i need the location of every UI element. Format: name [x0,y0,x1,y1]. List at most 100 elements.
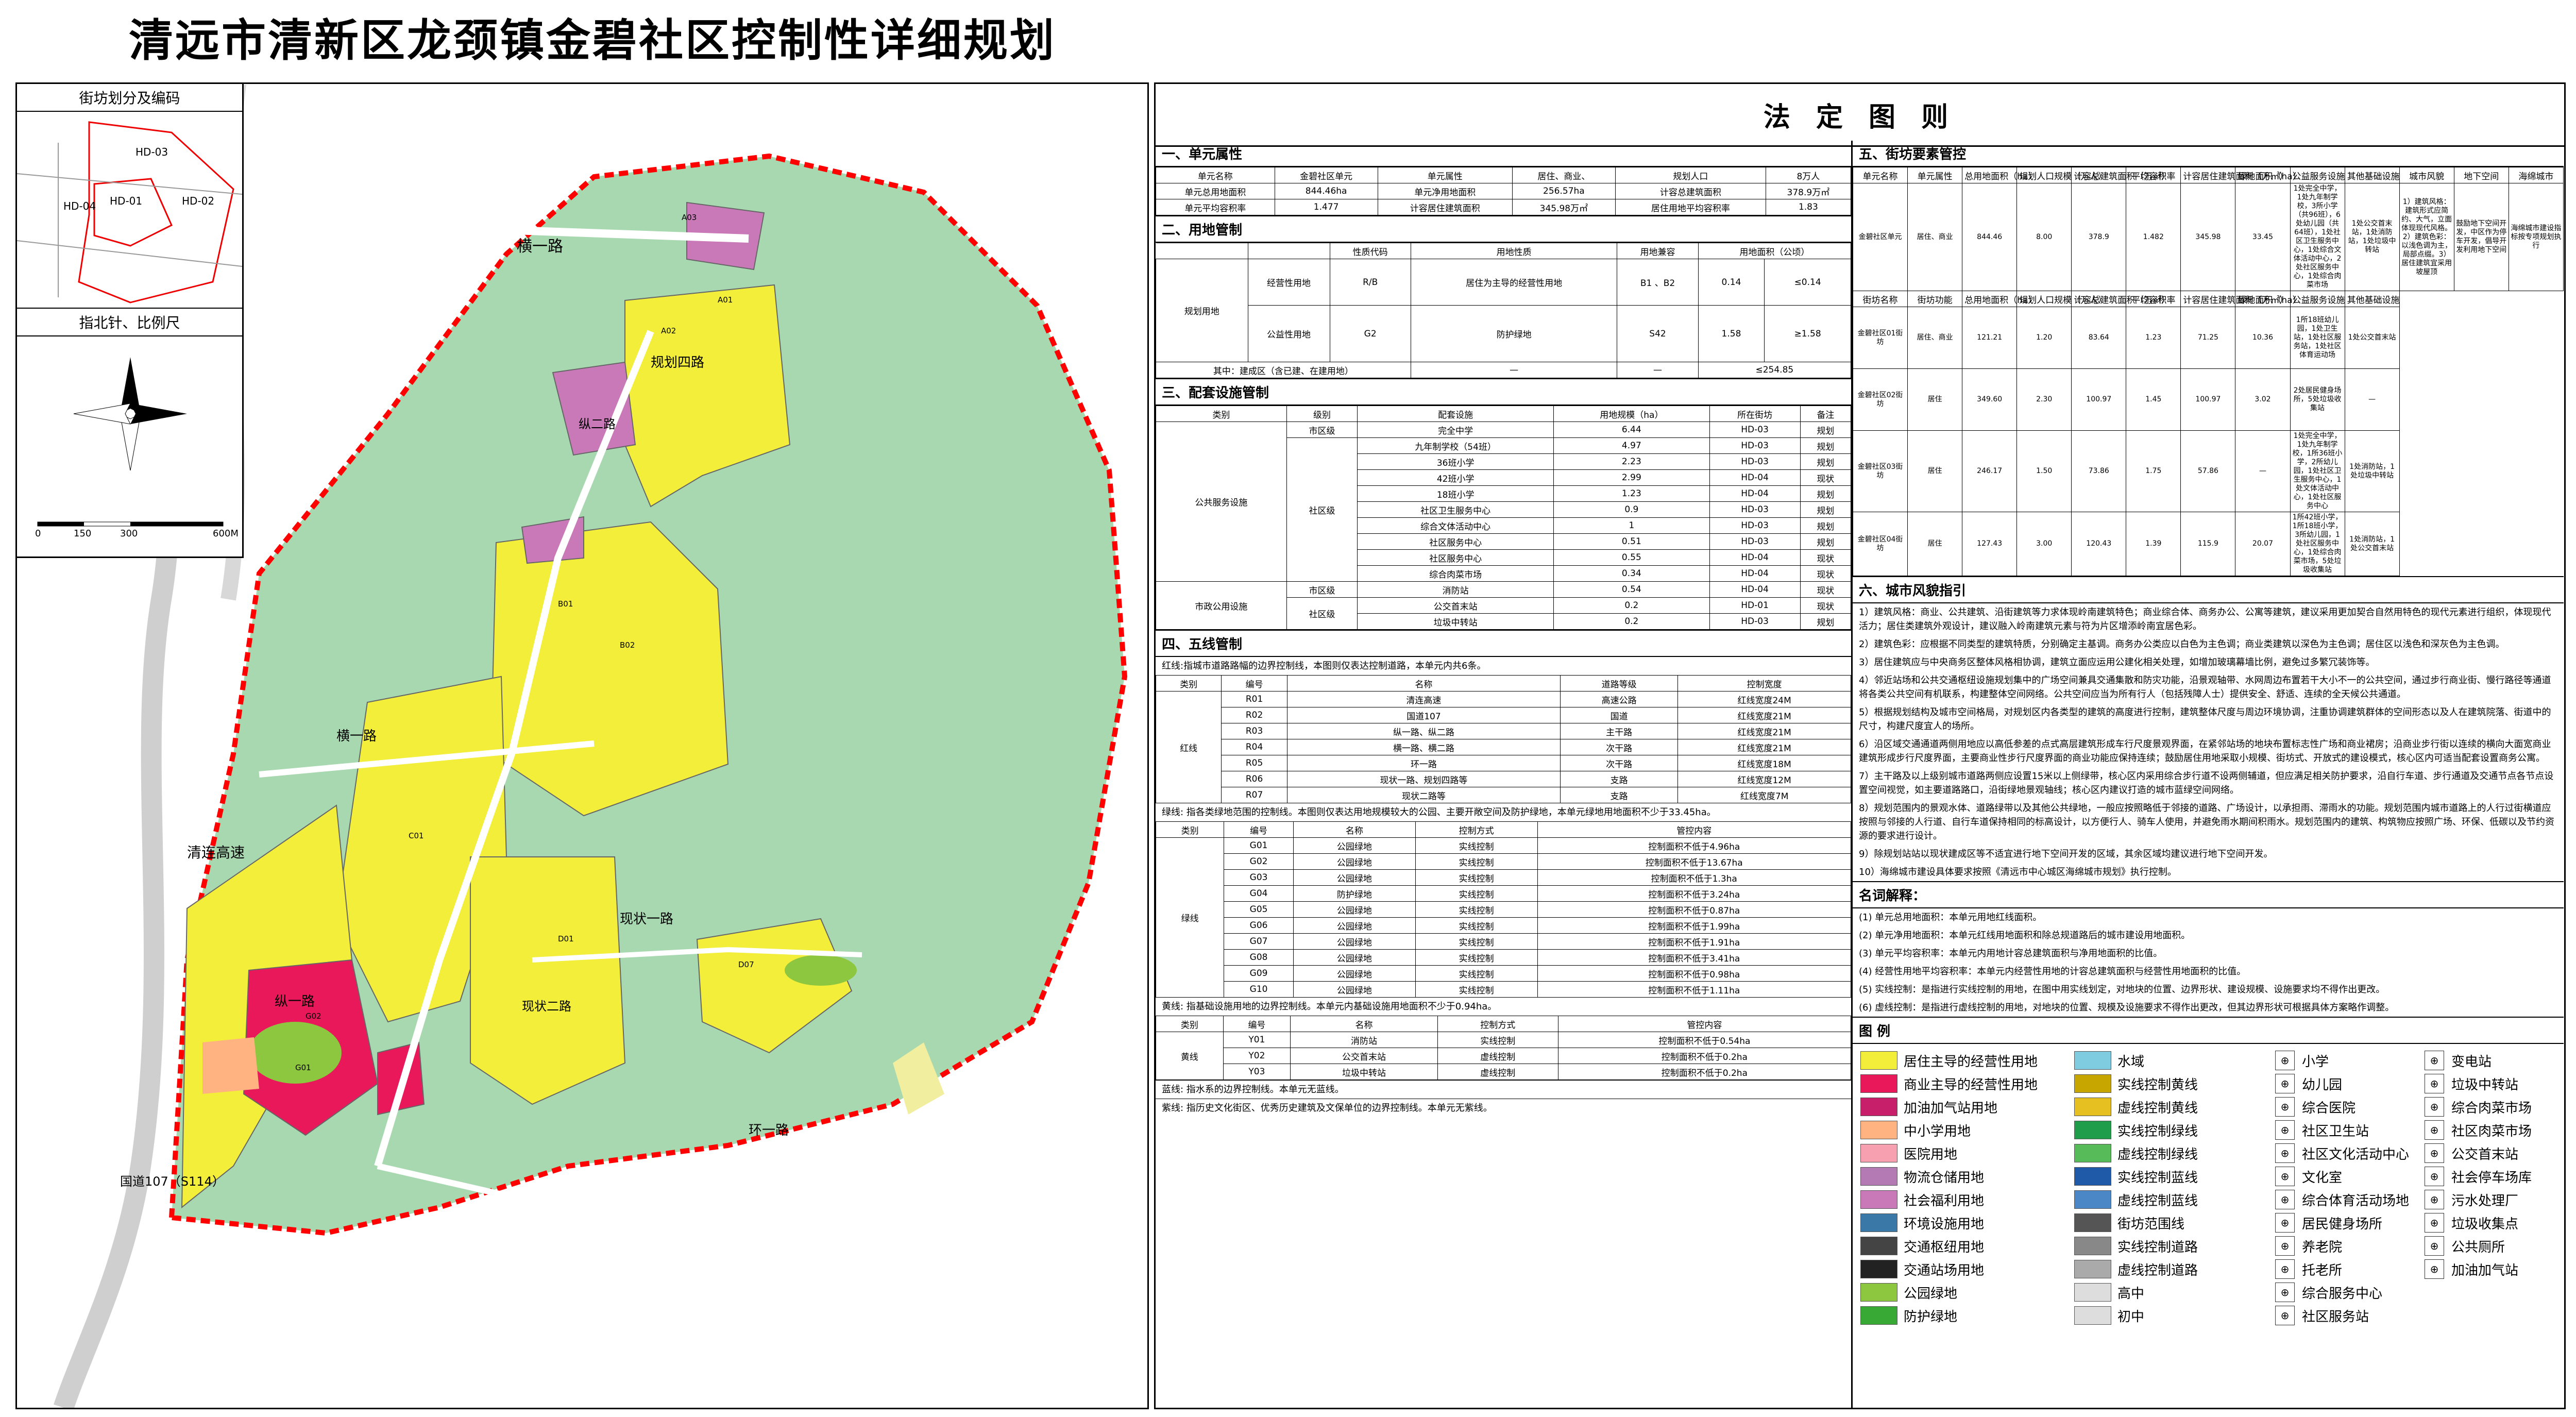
red-line-table: 类别 编号 名称 道路等级 控制宽度 红线 R01 清连高速 高速公路 红线宽度24M R02 国道1… [1155,675,1851,803]
table-cell: 综合文体活动中心 [1357,517,1554,534]
legend-item: 社会福利用地 [1860,1188,1984,1211]
column-header: 总用地面积（ha） [1962,167,2037,183]
table-cell: HD-03 [1709,421,1801,438]
legend-label: 综合体育活动场地 [2302,1193,2410,1209]
table-cell: G09 [1224,965,1294,982]
legend-swatch [1860,1283,1897,1302]
table-cell: 红线宽度12M [1677,771,1851,787]
legend-label: 社区服务站 [2302,1309,2369,1325]
table-cell: R01 [1221,691,1287,707]
table-cell: 2.30 [2016,368,2072,431]
legend-swatch [2074,1190,2111,1209]
table-cell: 公园绿地 [1293,949,1416,966]
legend-label: 商业主导的经营性用地 [1904,1077,2038,1093]
table-row: 金碧社区04街坊 居住 127.43 3.00 120.43 1.39 115.9 20.07… [1852,512,2564,576]
table-cell: 2处居民健身场所，5处垃圾收集站 [2290,368,2345,431]
legend-label: 虚线控制绿线 [2117,1146,2198,1162]
table-cell: 现状一路、规划四路等 [1286,771,1561,787]
table-cell: 现状 [1800,469,1852,486]
block-control-table: 单元名称 单元属性 总用地面积（ha） 规划人口规模（万人） 计容总建筑面积（万㎡） 平均… [1852,167,2564,576]
table-row: G07 公园绿地 实线控制 控制面积不低于1.91ha [1156,933,1851,950]
table-cell: 国道 [1560,707,1679,723]
legend-item: 街坊范围线 [2074,1211,2184,1234]
table-cell: 1所42班小学，1所18班小学，3所幼儿园，1处社区服务中心，1处综合肉菜市场，… [2290,512,2345,576]
road-label: 纵二路 [579,417,616,431]
legend-label: 综合肉菜市场 [2451,1100,2532,1116]
legend-symbol-icon: ⊕ [2275,1097,2295,1117]
table-cell: 1处公交首末站 [2344,307,2400,369]
table-cell: 8万人 [1765,167,1852,183]
legend-label: 交通枢纽用地 [1904,1239,1985,1255]
legend-label: 加油加气站用地 [1904,1100,1998,1116]
table-cell: 红线 [1155,691,1222,803]
table-cell: 国道107 [1286,707,1561,723]
table-cell: 1.75 [2126,430,2181,512]
legend-label: 社会福利用地 [1904,1193,1985,1209]
table-row: R05 环一路 次干路 红线宽度18M [1156,755,1851,771]
table-row: G04 防护绿地 实线控制 控制面积不低于3.24ha [1156,885,1851,902]
table-cell: 实线控制 [1415,885,1538,902]
legal-panel: 法 定 图 则 一、单元属性 单元名称 金碧社区单元 单元属性 居住、商业、 规划人口 8… [1154,82,2566,1409]
table-cell: 市区级 [1286,581,1358,598]
col-header: 用地面积（公顷） [1698,243,1852,259]
residential-zone-south [470,856,626,1105]
table-cell: 2.23 [1553,453,1710,470]
cell: — [1617,362,1699,378]
legend-item: ⊕ 社区卫生站 [2275,1119,2369,1141]
table-cell: 127.43 [1962,512,2018,576]
column-header: 编号 [1224,821,1294,838]
legend-label: 居民健身场所 [2302,1216,2383,1232]
table-cell: 现状 [1800,581,1852,598]
table-cell: 横一路、横二路 [1286,739,1561,755]
legend-label: 高中 [2117,1286,2145,1302]
table-cell: 实线控制 [1415,837,1538,854]
column-header: 控制宽度 [1677,675,1851,691]
glossary-item: (5) 实线控制：是指进行实线控制的用地，在图中用实线划定，对地块的位置、边界形… [1859,984,2385,995]
legend-label: 公园绿地 [1904,1286,1958,1302]
table-cell: 虚线控制 [1437,1048,1558,1064]
legend-label: 医院用地 [1904,1146,1958,1162]
glossary-item: (3) 单元平均容积率：本单元内用地计容总建筑面积与净用地面积的比值。 [1859,948,2163,959]
sub-label: 经营性用地 [1247,259,1330,306]
legend-swatch [2074,1213,2111,1232]
column-header: 平均容积率 [2126,167,2181,183]
table-cell: 市政公用设施 [1156,581,1287,630]
table-cell: 120.43 [2071,512,2127,576]
table-cell: 绿线 [1155,837,1225,998]
legend-label: 虚线控制道路 [2117,1262,2198,1278]
column-header: 控制方式 [1437,1016,1558,1032]
legal-title: 法 定 图 则 [1156,84,2564,147]
cell: 其中：建成区（含已建、在建用地） [1156,362,1411,378]
table-cell: 计容居住建筑面积 [1377,199,1513,215]
legend-swatch [1860,1190,1897,1209]
table-cell: 控制面积不低于1.3ha [1537,869,1851,886]
table-cell: 71.25 [2180,307,2236,369]
cell: ≤254.85 [1698,362,1852,378]
table-cell: 3.02 [2235,368,2291,431]
table-cell: 控制面积不低于0.2ha [1557,1048,1852,1064]
column-header: 单元名称 [1852,167,1908,183]
table-cell: 综合肉菜市场 [1357,565,1554,582]
legend-symbol-icon: ⊕ [2425,1051,2444,1070]
legend-item: ⊕ 综合肉菜市场 [2425,1095,2532,1118]
legend-swatch [1860,1144,1897,1162]
table-cell: 市区级 [1286,421,1358,438]
table-cell: 控制面积不低于1.99ha [1537,917,1851,934]
legend-swatch [2074,1167,2111,1186]
style-guideline: 7）主干路及以上级别城市道路两侧应设置15米以上侧绿带，核心区内采用综合步行道不… [1859,771,2554,796]
cell: R/B [1329,259,1411,306]
table-cell: 控制面积不低于0.54ha [1557,1032,1852,1048]
table-cell: R05 [1221,755,1287,771]
glossary-item: (1) 单元总用地面积：本单元用地红线面积。 [1859,912,2042,923]
cell: 防护绿地 [1410,305,1618,362]
block-label: G01 [295,1063,311,1072]
table-cell: HD-03 [1709,437,1801,454]
map-panel: 横一路 规划四路 纵二路 纵一路 现状一路 现状二路 环一路 清连高速 国道10… [15,82,1149,1409]
block-code: HD-04 [63,200,96,212]
table-cell: 3.00 [2016,512,2072,576]
legend-swatch [2074,1074,2111,1093]
table-cell: 支路 [1560,787,1679,803]
table-cell: G04 [1224,885,1294,902]
table-cell: 345.98万㎡ [1512,199,1616,215]
table-cell: 消防站 [1290,1032,1438,1048]
